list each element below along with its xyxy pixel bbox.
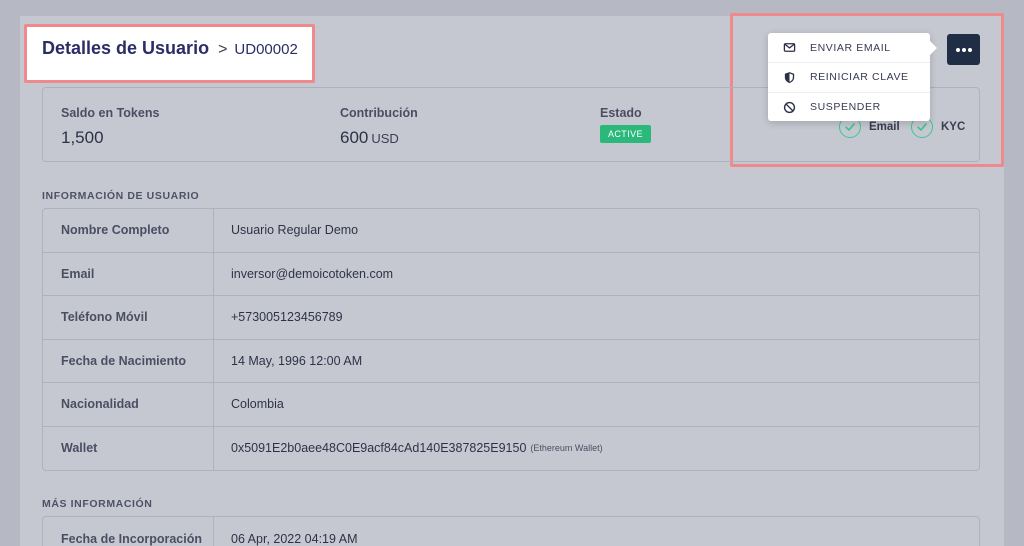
- token-balance-label: Saldo en Tokens: [61, 106, 160, 120]
- table-row: Nombre Completo Usuario Regular Demo: [43, 209, 979, 253]
- table-row: Fecha de Incorporación 06 Apr, 2022 04:1…: [43, 517, 979, 546]
- breadcrumb-separator: >: [218, 41, 228, 58]
- token-balance-value: 1,500: [61, 128, 104, 147]
- contribution: Contribución 600 USD: [340, 106, 418, 148]
- row-value: +573005123456789: [231, 310, 343, 325]
- row-key: Nombre Completo: [43, 209, 214, 252]
- more-dots-icon: [961, 47, 966, 52]
- shield-icon: [782, 70, 796, 84]
- actions-dropdown-menu: ENVIAR EMAIL REINICIAR CLAVE SUSPENDER: [768, 33, 937, 121]
- table-row: Nacionalidad Colombia: [43, 383, 979, 427]
- token-balance: Saldo en Tokens 1,500: [61, 106, 159, 148]
- user-info-table: Nombre Completo Usuario Regular Demo Ema…: [42, 208, 980, 471]
- wallet-type-note: (Ethereum Wallet): [530, 443, 603, 454]
- email-verification-label: Email: [869, 121, 900, 133]
- kyc-verification-label: KYC: [941, 121, 966, 133]
- menu-item-reset-password[interactable]: REINICIAR CLAVE: [768, 62, 930, 91]
- breadcrumb: Detalles de Usuario > UD00002: [42, 38, 298, 59]
- row-value: Usuario Regular Demo: [231, 223, 359, 238]
- row-value: 0x5091E2b0aee48C0E9acf84cAd140E387825E91…: [214, 427, 603, 471]
- menu-item-suspend[interactable]: SUSPENDER: [768, 92, 930, 121]
- menu-item-label: REINICIAR CLAVE: [810, 71, 909, 83]
- row-key: Nacionalidad: [43, 383, 214, 426]
- row-key: Wallet: [43, 426, 214, 470]
- more-info-heading: MÁS INFORMACIÓN: [42, 498, 153, 510]
- menu-item-send-email[interactable]: ENVIAR EMAIL: [768, 33, 930, 62]
- table-row: Fecha de Nacimiento 14 May, 1996 12:00 A…: [43, 339, 979, 383]
- status-label: Estado: [600, 106, 642, 120]
- row-key: Email: [43, 252, 214, 295]
- table-row: Teléfono Móvil +573005123456789: [43, 296, 979, 340]
- row-key: Fecha de Nacimiento: [43, 339, 214, 382]
- ban-icon: [782, 100, 796, 114]
- status: Estado ACTIVE: [600, 106, 651, 143]
- user-info-heading: INFORMACIÓN DE USUARIO: [42, 190, 200, 202]
- contribution-unit: USD: [371, 131, 399, 146]
- menu-item-label: ENVIAR EMAIL: [810, 41, 891, 54]
- envelope-icon: [782, 41, 796, 55]
- row-value: 06 Apr, 2022 04:19 AM: [231, 531, 358, 546]
- table-row: Email inversor@demoicotoken.com: [43, 252, 979, 296]
- menu-item-label: SUSPENDER: [810, 101, 881, 113]
- row-value: 14 May, 1996 12:00 AM: [231, 353, 363, 368]
- table-row: Wallet 0x5091E2b0aee48C0E9acf84cAd140E38…: [43, 426, 979, 471]
- row-key: Fecha de Incorporación: [43, 517, 214, 546]
- row-value: inversor@demoicotoken.com: [231, 266, 394, 281]
- contribution-label: Contribución: [340, 106, 418, 120]
- user-id: UD00002: [234, 41, 298, 58]
- row-key: Teléfono Móvil: [43, 296, 214, 339]
- wallet-address: 0x5091E2b0aee48C0E9acf84cAd140E387825E91…: [231, 441, 527, 456]
- more-dots-icon: [955, 47, 960, 52]
- contribution-value: 600 USD: [340, 128, 418, 148]
- page-title: Detalles de Usuario: [42, 38, 210, 58]
- more-actions-button[interactable]: [947, 34, 980, 65]
- more-dots-icon: [967, 47, 972, 52]
- row-value: Colombia: [231, 397, 284, 412]
- status-badge: ACTIVE: [600, 125, 651, 143]
- contribution-amount: 600: [340, 128, 369, 147]
- more-info-table: Fecha de Incorporación 06 Apr, 2022 04:1…: [42, 516, 980, 546]
